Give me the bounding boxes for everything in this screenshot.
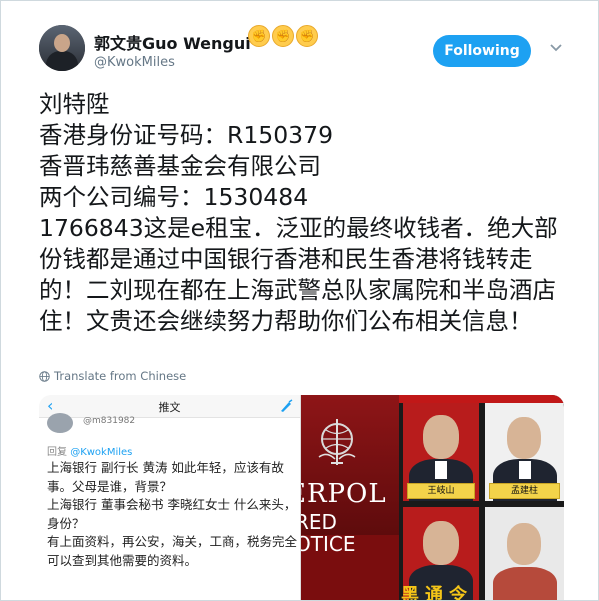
reply-line: 回复 @KwokMiles xyxy=(47,443,132,458)
chevron-down-icon[interactable] xyxy=(549,41,563,55)
interpol-panel: ERPOL RED OTICE xyxy=(301,395,399,600)
reply-handle: @KwokMiles xyxy=(70,447,133,458)
translate-label: Translate from Chinese xyxy=(54,369,187,383)
poster-image: ERPOL RED OTICE 王岐山 孟建柱 xyxy=(301,395,564,600)
compose-icon xyxy=(281,399,293,412)
tweet-text: 刘特陞 香港身份证号码：R150379 香晋玮慈善基金会有限公司 两个公司编号：… xyxy=(39,90,558,335)
tweet-card: 郭文贵Guo Wengui ✊ ✊ ✊ @KwokMiles Following… xyxy=(0,0,599,601)
portrait-label-1: 王岐山 xyxy=(407,483,475,499)
screenshot-header: ‹ 推文 xyxy=(39,395,300,418)
following-button[interactable]: Following xyxy=(433,35,531,67)
screenshot-avatar xyxy=(47,413,73,433)
red-notice-text: RED OTICE xyxy=(301,510,356,556)
fist-emoji-icon: ✊ xyxy=(272,25,294,47)
emoji-group: ✊ ✊ ✊ xyxy=(248,25,318,47)
display-name[interactable]: 郭文贵Guo Wengui xyxy=(94,30,251,54)
fist-emoji-icon: ✊ xyxy=(296,25,318,47)
screenshot-image: ‹ 推文 @m831982 回复 @KwokMiles 上海银行 副行长 黄涛 … xyxy=(39,395,301,600)
interpol-text: ERPOL xyxy=(301,479,387,509)
poster-bottom-text: 黑通令 xyxy=(401,585,473,600)
globe-icon xyxy=(39,370,50,382)
reply-prefix: 回复 xyxy=(47,447,67,458)
poster-red-band xyxy=(399,395,564,403)
fist-emoji-icon: ✊ xyxy=(248,25,270,47)
avatar[interactable] xyxy=(39,25,85,71)
translate-link[interactable]: Translate from Chinese xyxy=(39,369,186,383)
screenshot-title: 推文 xyxy=(158,401,181,414)
user-handle[interactable]: @KwokMiles xyxy=(94,55,175,70)
screenshot-text: 上海银行 副行长 黄涛 如此年轻，应该有故事。父母是谁，背景？ 上海银行 董事会… xyxy=(47,460,298,568)
interpol-emblem-icon xyxy=(318,419,356,465)
screenshot-handle: @m831982 xyxy=(83,416,136,426)
portrait-4 xyxy=(485,507,564,600)
portrait-1: 王岐山 xyxy=(403,403,479,501)
portrait-2: 孟建柱 xyxy=(485,403,564,501)
tweet-media[interactable]: ‹ 推文 @m831982 回复 @KwokMiles 上海银行 副行长 黄涛 … xyxy=(39,395,564,600)
portrait-label-2: 孟建柱 xyxy=(489,483,560,499)
